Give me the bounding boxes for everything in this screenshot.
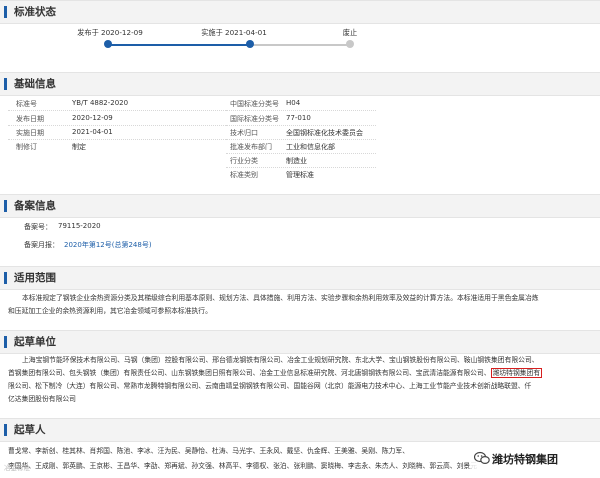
publish-date-field-value: 2020-12-09 (72, 114, 113, 122)
implement-date-field-label: 实施日期 (16, 129, 44, 137)
status-section-header: 标准状态 (0, 0, 600, 24)
drafting-units-line3: 限公司、松下制冷（大连）有限公司、常熟市龙腾特钢有限公司、云南曲靖呈钢钢铁有限公… (8, 382, 532, 390)
watermark-text: 潍坊特钢集团 (492, 453, 558, 466)
scope-section-title: 适用范围 (14, 272, 56, 284)
std-category-value: 管理标准 (286, 171, 314, 179)
drafters-section-header: 起草人 (0, 418, 600, 442)
row-divider (226, 139, 376, 140)
record-section-header: 备案信息 (0, 194, 600, 218)
intl-class-label: 国际标准分类号 (230, 115, 279, 123)
section-accent-bar (4, 336, 7, 348)
tech-committee-label: 技术归口 (230, 129, 258, 137)
scope-text-line1: 本标准规定了钢铁企业余热资源分类及其梯级综合利用基本原则、规划方法、具体措施、利… (22, 294, 539, 302)
industry-class-value: 制造业 (286, 157, 307, 165)
section-accent-bar (4, 78, 7, 90)
record-month-label: 备案月报： (24, 241, 59, 249)
cn-class-value: H04 (286, 99, 301, 107)
intl-class-value: 77-010 (286, 114, 311, 122)
drafting-units-line4: 亿达集团股份有限公司 (8, 395, 76, 403)
abolish-dot-icon (346, 40, 354, 48)
drafting-units-line2: 首钢集团有限公司、包头钢铁（集团）有限责任公司、山东钢铁集团日照有限公司、冶金工… (8, 367, 598, 380)
tech-committee-value: 全国钢标准化技术委员会 (286, 129, 363, 137)
approval-dept-value: 工业和信息化部 (286, 143, 335, 151)
record-month-link[interactable]: 2020年第12号(总第248号) (64, 240, 152, 250)
timeline-pending-line (250, 44, 350, 46)
cn-class-label: 中国标准分类号 (230, 100, 279, 108)
drafting-units-section-header: 起草单位 (0, 330, 600, 354)
section-accent-bar (4, 200, 7, 212)
status-section-title: 标准状态 (14, 6, 56, 18)
record-section-title: 备案信息 (14, 200, 56, 212)
std-number-value: YB/T 4882-2020 (72, 99, 129, 107)
corner-watermark-text: 冶金标准 (4, 464, 30, 472)
section-accent-bar (4, 6, 7, 18)
publish-date-field-label: 发布日期 (16, 115, 44, 123)
row-divider (226, 125, 376, 126)
std-category-label: 标准类别 (230, 171, 258, 179)
industry-class-label: 行业分类 (230, 157, 258, 165)
row-divider (226, 153, 376, 154)
drafting-units-line2-text: 首钢集团有限公司、包头钢铁（集团）有限责任公司、山东钢铁集团日照有限公司、冶金工… (8, 369, 491, 377)
row-divider (226, 110, 376, 111)
drafting-units-section-title: 起草单位 (14, 336, 56, 348)
abolish-label: 废止 (342, 28, 358, 37)
implement-dot-icon (246, 40, 254, 48)
std-number-label: 标准号 (16, 100, 37, 108)
scope-section-header: 适用范围 (0, 266, 600, 290)
basic-section-title: 基础信息 (14, 78, 56, 90)
scope-text-line2: 和压延加工企业的余热资源利用，其它冶金领域可参照本标准执行。 (8, 307, 212, 315)
drafting-units-line1: 上海宝钢节能环保技术有限公司、马钢（集团）控股有限公司、邢台德龙钢铁有限公司、冶… (22, 356, 539, 364)
implement-date-label: 实施于 2021-04-01 (201, 28, 267, 37)
record-number-value: 79115-2020 (58, 222, 101, 230)
record-number-label: 备案号： (24, 223, 52, 231)
timeline-progress-line (108, 44, 250, 46)
highlighted-company-name: 潍坊特钢集团有 (490, 368, 543, 378)
section-accent-bar (4, 424, 7, 436)
revision-type-value: 制定 (72, 143, 86, 151)
publish-dot-icon (104, 40, 112, 48)
drafters-section-title: 起草人 (14, 424, 46, 436)
section-accent-bar (4, 272, 7, 284)
implement-date-field-value: 2021-04-01 (72, 128, 113, 136)
basic-section-header: 基础信息 (0, 72, 600, 96)
row-divider (226, 167, 376, 168)
revision-type-label: 制修订 (16, 143, 37, 151)
publish-date-label: 发布于 2020-12-09 (77, 28, 143, 37)
wechat-watermark: 潍坊特钢集团 (470, 447, 598, 469)
approval-dept-label: 批准发布部门 (230, 143, 272, 151)
wechat-logo-icon (474, 451, 490, 465)
